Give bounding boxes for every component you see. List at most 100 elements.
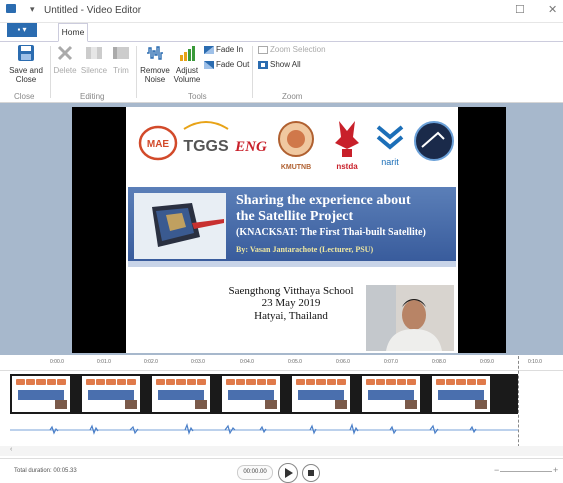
fade-in-icon <box>204 45 214 54</box>
stop-button[interactable] <box>302 464 320 482</box>
file-menu-button[interactable]: ▪ ▾ <box>7 23 37 37</box>
slide-title-line2: the Satellite Project <box>236 209 354 224</box>
tick-label: 0:10.0 <box>528 359 542 365</box>
logo-strip: MAE TGGS ENG KMUTNB nstda narit <box>126 107 458 182</box>
tick-label: 0:02.0 <box>144 359 158 365</box>
tools-group-label: Tools <box>188 92 207 101</box>
save-icon <box>18 45 34 61</box>
video-thumbnail <box>362 376 420 412</box>
zoom-in-icon[interactable]: + <box>553 465 558 475</box>
slide-title-line1: Sharing the experience about <box>236 193 411 208</box>
fade-in-label: Fade In <box>216 45 244 54</box>
audio-waveform[interactable] <box>10 418 518 442</box>
trim-button[interactable]: Trim <box>111 44 131 75</box>
ribbon-tab-row: ▪ ▾ Home <box>0 23 563 42</box>
time-ruler[interactable]: 0:00.0 0:01.0 0:02.0 0:03.0 0:04.0 0:05.… <box>0 356 563 371</box>
tggs-logo: TGGS <box>183 121 229 155</box>
app-icon <box>6 4 16 13</box>
zoom-selection-label: Zoom Selection <box>270 45 326 54</box>
total-duration: Total duration: 00:05.33 <box>14 468 77 474</box>
slide-byline: By: Vasan Jantarachote (Lecturer, PSU) <box>236 245 374 254</box>
fade-out-button[interactable]: Fade Out <box>204 60 249 69</box>
silence-button[interactable]: Silence <box>80 44 108 75</box>
slide-subtitle: (KNACKSAT: The First Thai-built Satellit… <box>236 227 426 238</box>
remove-noise-button[interactable]: Remove Noise <box>140 44 170 84</box>
end-marker <box>518 356 520 452</box>
tggs-logo-text: TGGS <box>183 138 229 155</box>
delete-x-icon <box>57 45 73 61</box>
mae-logo-text: MAE <box>147 139 170 150</box>
kmutnb-logo-text: KMUTNB <box>281 164 311 171</box>
tick-label: 0:00.0 <box>50 359 64 365</box>
zoom-selection-icon <box>258 45 268 54</box>
silence-label: Silence <box>80 66 108 75</box>
tick-label: 0:08.0 <box>432 359 446 365</box>
tick-label: 0:03.0 <box>191 359 205 365</box>
close-group-label: Close <box>14 92 35 101</box>
show-all-label: Show All <box>270 60 301 69</box>
space-logo <box>414 121 454 161</box>
tick-label: 0:09.0 <box>480 359 494 365</box>
ribbon: Save and Close Close Delete Silence Trim… <box>0 42 563 103</box>
save-and-close-button[interactable]: Save and Close <box>6 44 46 84</box>
video-thumbnail <box>292 376 350 412</box>
eng-logo: ENG <box>234 139 267 155</box>
partner-logos: MAE TGGS ENG KMUTNB nstda narit <box>138 121 454 171</box>
mae-logo: MAE <box>138 125 178 161</box>
fade-out-label: Fade Out <box>216 60 250 69</box>
editing-group-label: Editing <box>80 92 105 101</box>
play-button[interactable] <box>278 463 298 483</box>
video-thumbnail-strip[interactable] <box>10 374 518 414</box>
close-button[interactable]: ✕ <box>548 3 557 16</box>
nstda-logo: nstda <box>335 121 359 171</box>
eng-logo-text: ENG <box>234 139 267 155</box>
video-thumbnail <box>12 376 70 412</box>
zoom-group-label: Zoom <box>282 92 303 101</box>
waveform-icon <box>147 46 163 60</box>
delete-button[interactable]: Delete <box>53 44 77 75</box>
window-title: Untitled - Video Editor <box>44 5 142 16</box>
maximize-button[interactable]: ☐ <box>515 3 525 16</box>
ribbon-separator <box>252 46 253 98</box>
delete-label: Delete <box>53 66 77 75</box>
narit-logo-text: narit <box>381 157 399 167</box>
adjust-volume-button[interactable]: Adjust Volume <box>172 44 202 84</box>
video-thumbnail <box>82 376 140 412</box>
tick-label: 0:01.0 <box>97 359 111 365</box>
nstda-logo-text: nstda <box>336 162 358 171</box>
status-bar: Total duration: 00:05.33 00:00.00 − + <box>0 458 563 483</box>
volume-bars-icon <box>180 46 195 61</box>
tab-home[interactable]: Home <box>58 23 88 42</box>
tick-label: 0:05.0 <box>288 359 302 365</box>
presentation-slide: MAE TGGS ENG KMUTNB nstda narit Sharing … <box>126 107 458 353</box>
satellite-image <box>134 193 226 259</box>
title-banner: Sharing the experience about the Satelli… <box>128 187 456 267</box>
timeline-scrollbar[interactable]: ‹ <box>0 446 563 456</box>
zoom-slider[interactable] <box>500 471 552 472</box>
narit-logo: narit <box>376 125 404 167</box>
quick-access-dropdown-icon[interactable]: ▾ <box>30 4 35 15</box>
tick-label: 0:04.0 <box>240 359 254 365</box>
kmutnb-logo: KMUTNB <box>278 121 314 171</box>
trim-label: Trim <box>113 66 129 75</box>
zoom-out-icon[interactable]: − <box>494 465 499 475</box>
trim-icon <box>113 47 129 59</box>
school-name: Saengthong Vitthaya School <box>228 285 354 297</box>
ribbon-separator <box>136 46 137 98</box>
fade-out-icon <box>204 60 214 69</box>
webcam-overlay <box>366 285 454 351</box>
video-thumbnail <box>152 376 210 412</box>
current-time-display: 00:00.00 <box>237 465 273 480</box>
fade-in-button[interactable]: Fade In <box>204 45 243 54</box>
silence-icon <box>86 47 102 59</box>
adjust-volume-label: Adjust Volume <box>173 66 201 84</box>
tick-label: 0:06.0 <box>336 359 350 365</box>
show-all-button[interactable]: Show All <box>258 60 301 69</box>
zoom-selection-button[interactable]: Zoom Selection <box>258 45 326 54</box>
presentation-location: Hatyai, Thailand <box>254 310 328 322</box>
presentation-date: 23 May 2019 <box>261 297 321 309</box>
timeline[interactable]: 0:00.0 0:01.0 0:02.0 0:03.0 0:04.0 0:05.… <box>0 356 563 456</box>
scroll-left-icon[interactable]: ‹ <box>10 446 12 453</box>
title-bar: ▾ Untitled - Video Editor ☐ ✕ <box>0 0 563 23</box>
ribbon-separator <box>50 46 51 98</box>
